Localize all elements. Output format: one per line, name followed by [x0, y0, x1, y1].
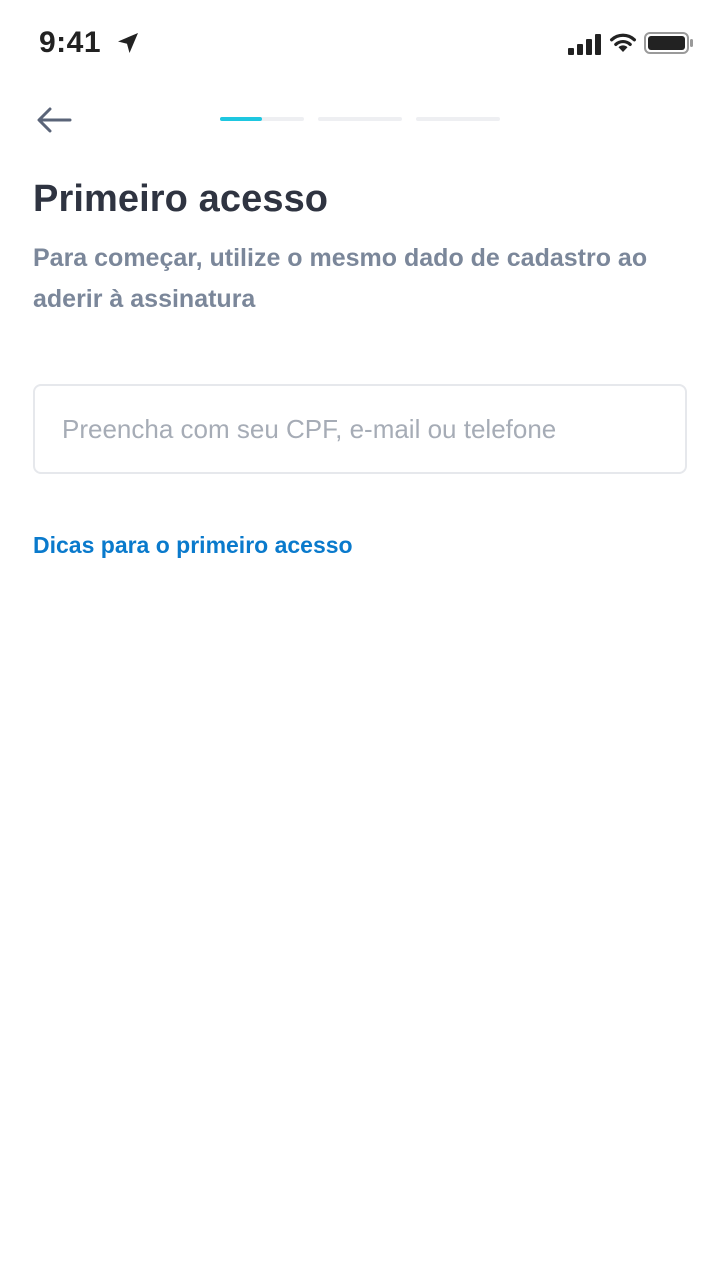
- progress-step-3: [416, 117, 500, 121]
- progress-step-1: [220, 117, 304, 121]
- back-button[interactable]: [30, 96, 78, 144]
- identifier-field: [33, 384, 687, 474]
- battery-icon: [644, 32, 693, 54]
- first-access-screen: 9:41 Primeiro acesso Para começar, utili…: [0, 0, 720, 1280]
- page-title: Primeiro acesso: [33, 178, 329, 220]
- arrow-left-icon: [37, 107, 72, 133]
- status-bar: 9:41: [0, 0, 720, 88]
- wifi-icon: [610, 33, 636, 52]
- location-arrow-icon: [118, 33, 138, 53]
- signal-bars-icon: [568, 34, 601, 55]
- first-access-tips-link[interactable]: Dicas para o primeiro acesso: [33, 532, 353, 559]
- status-time: 9:41: [39, 26, 102, 59]
- progress-step-2: [318, 117, 402, 121]
- progress-step-fill: [220, 117, 262, 121]
- page-subtitle: Para começar, utilize o mesmo dado de ca…: [33, 244, 648, 313]
- step-progress-indicator: [220, 117, 502, 123]
- identifier-input[interactable]: [35, 386, 685, 472]
